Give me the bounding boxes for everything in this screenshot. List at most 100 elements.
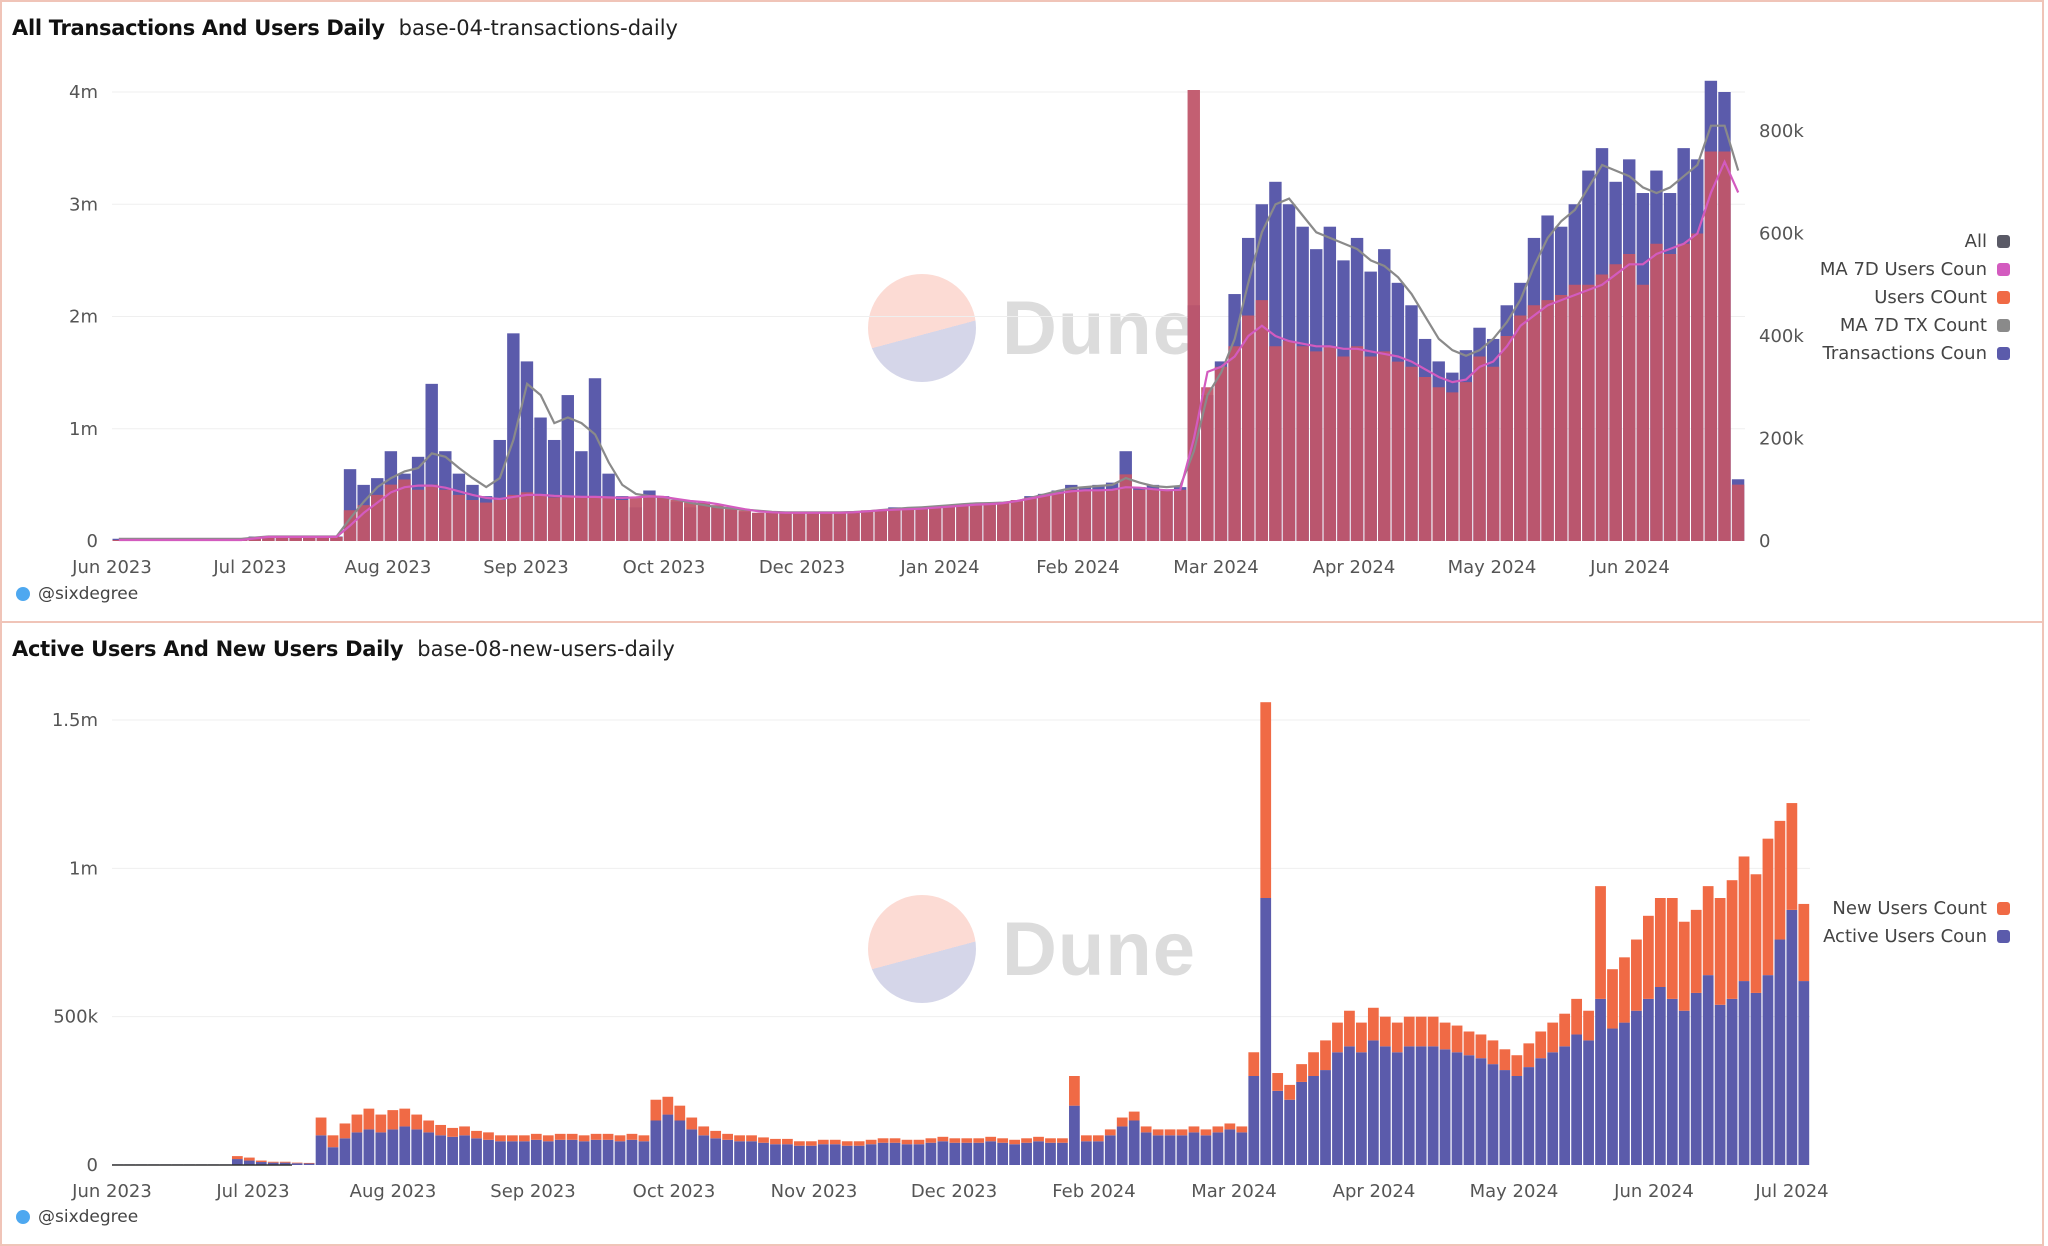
x-tick-label: Feb 2024 bbox=[1036, 557, 1119, 578]
new-users-bar bbox=[662, 1096, 674, 1115]
legend-item[interactable]: New Users Count bbox=[1832, 898, 2010, 919]
y-tick-label: 1m bbox=[69, 858, 98, 879]
new-users-bar bbox=[650, 1099, 662, 1121]
new-users-bar bbox=[578, 1135, 590, 1142]
active-users-bar bbox=[1176, 1135, 1188, 1165]
legend-item[interactable]: MA 7D Users Coun bbox=[1820, 259, 2010, 280]
new-users-bar bbox=[507, 1135, 518, 1142]
users-bar bbox=[1214, 366, 1228, 541]
users-bar bbox=[1228, 346, 1241, 541]
active-users-bar bbox=[1164, 1135, 1176, 1165]
users-bar bbox=[847, 512, 860, 541]
y-tick-label: 1.5m bbox=[52, 710, 98, 731]
legend-item[interactable]: MA 7D TX Count bbox=[1840, 315, 2010, 336]
new-users-bar bbox=[471, 1130, 482, 1139]
new-users-bar bbox=[1391, 1022, 1403, 1053]
users-bar bbox=[670, 500, 683, 541]
users-bar bbox=[1078, 489, 1092, 541]
new-users-bar bbox=[1750, 874, 1762, 993]
active-users-bar bbox=[1344, 1046, 1355, 1165]
legend-swatch-icon bbox=[1997, 235, 2010, 248]
new-users-bar bbox=[805, 1141, 817, 1146]
active-users-bar bbox=[770, 1144, 781, 1165]
active-users-bar bbox=[1415, 1046, 1427, 1165]
legend-item[interactable]: Active Users Coun bbox=[1823, 926, 2010, 947]
new-users-bar bbox=[1224, 1123, 1236, 1130]
users-bar bbox=[1623, 254, 1636, 541]
x-tick-label: Aug 2023 bbox=[345, 557, 432, 578]
active-users-bar bbox=[483, 1139, 494, 1165]
x-tick-label: Apr 2024 bbox=[1313, 557, 1396, 578]
legend-swatch-icon bbox=[1997, 902, 2010, 915]
new-users-bar bbox=[674, 1105, 686, 1121]
users-bar bbox=[792, 512, 806, 541]
active-users-bar bbox=[1403, 1046, 1415, 1165]
users-bar bbox=[1296, 346, 1309, 541]
active-users-bar bbox=[841, 1145, 853, 1165]
active-users-bar bbox=[1128, 1120, 1140, 1165]
new-users-bar bbox=[1571, 998, 1583, 1035]
active-users-bar bbox=[674, 1120, 686, 1165]
users-bar bbox=[1105, 489, 1119, 541]
new-users-bar bbox=[1714, 898, 1726, 1005]
y-right-tick-label: 200k bbox=[1759, 429, 1804, 450]
y-left-tick-label: 3m bbox=[69, 194, 98, 215]
users-bar bbox=[806, 512, 819, 541]
active-users-bar bbox=[1714, 1004, 1726, 1165]
active-users-bar bbox=[1248, 1076, 1260, 1165]
active-users-bar bbox=[734, 1141, 745, 1165]
active-users-bar bbox=[1798, 981, 1810, 1165]
active-users-bar bbox=[793, 1145, 805, 1165]
legend: All MA 7D Users Coun Users COunt MA 7D TX C… bbox=[1820, 231, 2010, 364]
users-bar bbox=[956, 505, 969, 541]
users-bar bbox=[1364, 356, 1377, 541]
x-tick-label: Feb 2024 bbox=[1052, 1181, 1135, 1202]
y-tick-label: 500k bbox=[53, 1007, 98, 1028]
active-users-bar bbox=[339, 1138, 351, 1165]
author-link[interactable]: @sixdegree bbox=[16, 584, 138, 604]
new-users-bar bbox=[1344, 1010, 1355, 1047]
active-users-bar bbox=[471, 1138, 482, 1165]
new-users-bar bbox=[853, 1141, 865, 1146]
new-users-bar bbox=[1260, 702, 1272, 898]
legend-item[interactable]: Users COunt bbox=[1874, 287, 2010, 308]
active-users-bar bbox=[1607, 1028, 1618, 1165]
active-users-bar bbox=[1678, 1010, 1690, 1165]
active-users-bar bbox=[518, 1141, 530, 1165]
legend-label: New Users Count bbox=[1832, 898, 1987, 919]
legend-item[interactable]: Transactions Coun bbox=[1823, 343, 2010, 364]
active-users-bar bbox=[1535, 1058, 1547, 1165]
legend-item[interactable]: All bbox=[1965, 231, 2010, 252]
users-bar bbox=[1650, 243, 1663, 541]
active-users-bar bbox=[901, 1144, 913, 1165]
users-bar bbox=[616, 500, 629, 541]
new-users-bar bbox=[901, 1139, 913, 1145]
author-link[interactable]: @sixdegree bbox=[16, 1207, 138, 1227]
users-bar bbox=[1541, 300, 1554, 541]
new-users-bar bbox=[1069, 1076, 1080, 1106]
new-users-bar bbox=[243, 1157, 255, 1161]
new-users-bar bbox=[1511, 1055, 1523, 1076]
y-left-tick-label: 0 bbox=[87, 531, 98, 552]
active-users-bar bbox=[1499, 1070, 1511, 1165]
active-users-bar bbox=[1200, 1135, 1212, 1165]
active-users-bar bbox=[829, 1144, 841, 1165]
new-users-bar bbox=[554, 1133, 566, 1140]
active-users-bar bbox=[865, 1144, 877, 1165]
new-users-bar bbox=[1583, 1010, 1594, 1041]
new-users-bar bbox=[949, 1138, 961, 1143]
active-users-bar bbox=[303, 1163, 315, 1165]
users-bar bbox=[901, 509, 915, 541]
new-users-bar bbox=[1045, 1138, 1056, 1143]
legend-label: All bbox=[1964, 231, 1987, 252]
new-users-bar bbox=[746, 1135, 757, 1142]
new-users-bar bbox=[1595, 886, 1606, 999]
users-bar bbox=[507, 494, 520, 541]
new-users-bar bbox=[231, 1156, 243, 1160]
new-users-bar bbox=[1726, 880, 1738, 999]
new-users-bar bbox=[865, 1139, 877, 1145]
new-users-bar bbox=[710, 1130, 722, 1139]
y-left-tick-label: 4m bbox=[69, 82, 98, 103]
y-left-tick-label: 1m bbox=[69, 419, 98, 440]
new-users-bar bbox=[722, 1133, 734, 1140]
